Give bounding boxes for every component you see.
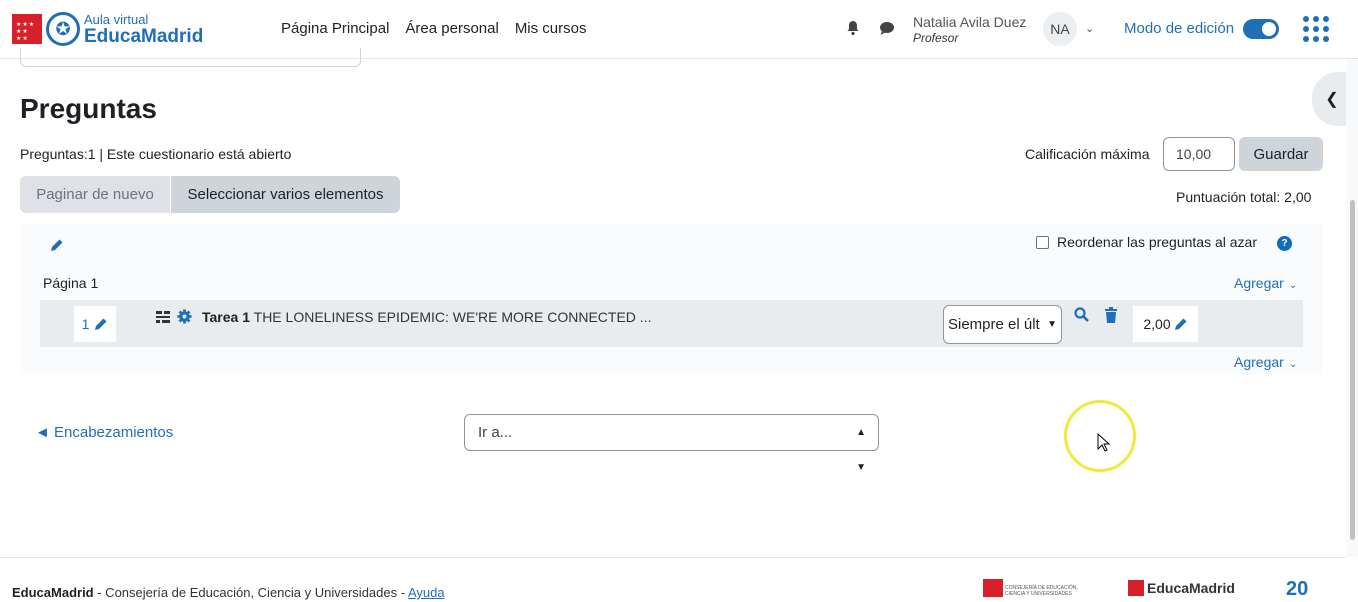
question-text: THE LONELINESS EPIDEMIC: WE'RE MORE CONN… [253,309,652,325]
scrollbar-thumb[interactable] [1350,200,1355,540]
anniversary-logo: 20 [1286,578,1309,600]
educamadrid-footer-flag-icon [1128,580,1144,596]
educamadrid-footer-logo[interactable]: EducaMadrid [1147,580,1235,596]
question-mark[interactable]: 2,00 [1133,306,1198,342]
user-role: Profesor [913,31,959,45]
help-link[interactable]: Ayuda [408,585,445,600]
chevron-left-icon: ❮ [1325,91,1339,108]
question-title[interactable]: Tarea 1 THE LONELINESS EPIDEMIC: WE'RE M… [202,309,651,325]
madrid-flag-icon: ★★★ ★★ ★★ [12,14,42,44]
page-title: Preguntas [20,93,157,124]
educamadrid-badge-icon: ✪ [46,12,80,46]
user-name[interactable]: Natalia Avila Duez [913,14,1026,30]
bell-icon[interactable] [846,20,860,36]
question-slot[interactable]: 1 [74,306,116,342]
chat-icon[interactable] [879,21,895,36]
chevron-down-icon: ▼ [1047,319,1057,330]
pencil-icon[interactable] [94,317,108,331]
primary-navigation: Página Principal Área personal Mis curso… [281,20,587,37]
repaginate-button[interactable]: Paginar de nuevo [20,176,170,213]
max-grade-input[interactable]: 10,00 [1163,137,1235,171]
total-score: Puntuación total: 2,00 [1176,189,1312,205]
chevron-down-icon: ⌄ [1288,280,1298,291]
quiz-status: Preguntas:1 | Este cuestionario está abi… [20,146,292,162]
help-icon[interactable]: ? [1277,236,1292,251]
mark-value: 2,00 [1143,316,1171,332]
max-grade-label: Calificación máxima [1025,146,1150,162]
nav-personal-link[interactable]: Área personal [405,20,498,37]
chevron-down-icon[interactable]: ⌄ [1085,22,1094,35]
edit-mode-toggle[interactable] [1243,19,1279,39]
edit-mode-label[interactable]: Modo de edición [1124,20,1234,37]
page-label: Página 1 [43,275,99,291]
footer: EducaMadrid - Consejería de Educación, C… [0,557,1345,602]
add-menu-link[interactable]: Agregar ⌄ [1234,275,1297,291]
pencil-icon[interactable] [50,238,64,252]
question-name: Tarea 1 [202,309,250,325]
add-menu-link-bottom[interactable]: Agregar ⌄ [1234,354,1297,370]
previous-input-edge [20,48,361,67]
logo-title: EducaMadrid [84,25,204,47]
educamadrid-logo[interactable]: ★★★ ★★ ★★ ✪ Aula virtual EducaMadrid [12,12,203,46]
select-arrows-icon: ▲ ▼ [856,427,866,473]
footer-text: EducaMadrid - Consejería de Educación, C… [12,585,445,600]
trash-icon[interactable] [1104,307,1118,323]
dependency-select[interactable]: Siempre el últ ▼ [943,305,1062,344]
gear-icon[interactable] [177,309,192,324]
question-type-icon [156,311,170,323]
chevron-down-icon: ⌄ [1288,359,1298,370]
jump-to-select[interactable]: Ir a... ▲ ▼ [464,414,879,473]
preview-zoom-icon[interactable] [1074,307,1089,322]
nav-home-link[interactable]: Página Principal [281,20,389,37]
shuffle-label[interactable]: Reordenar las preguntas al azar [1057,234,1257,250]
consejeria-text: CONSEJERÍA DE EDUCACIÓN, CIENCIA Y UNIVE… [1005,585,1078,597]
logo-subtitle: Aula virtual [84,11,149,27]
select-multiple-button[interactable]: Seleccionar varios elementos [171,176,400,213]
shuffle-checkbox[interactable] [1036,236,1049,249]
back-to-headings-link[interactable]: ◄ Encabezamientos [35,424,173,441]
mouse-cursor-icon [1097,433,1111,452]
apps-grid-icon[interactable] [1303,16,1329,42]
pencil-icon[interactable] [1174,317,1188,331]
save-button[interactable]: Guardar [1239,137,1323,171]
slot-number: 1 [81,316,90,332]
avatar[interactable]: NA [1043,12,1077,46]
nav-courses-link[interactable]: Mis cursos [515,20,587,37]
comunidad-madrid-logo[interactable] [983,579,1003,597]
